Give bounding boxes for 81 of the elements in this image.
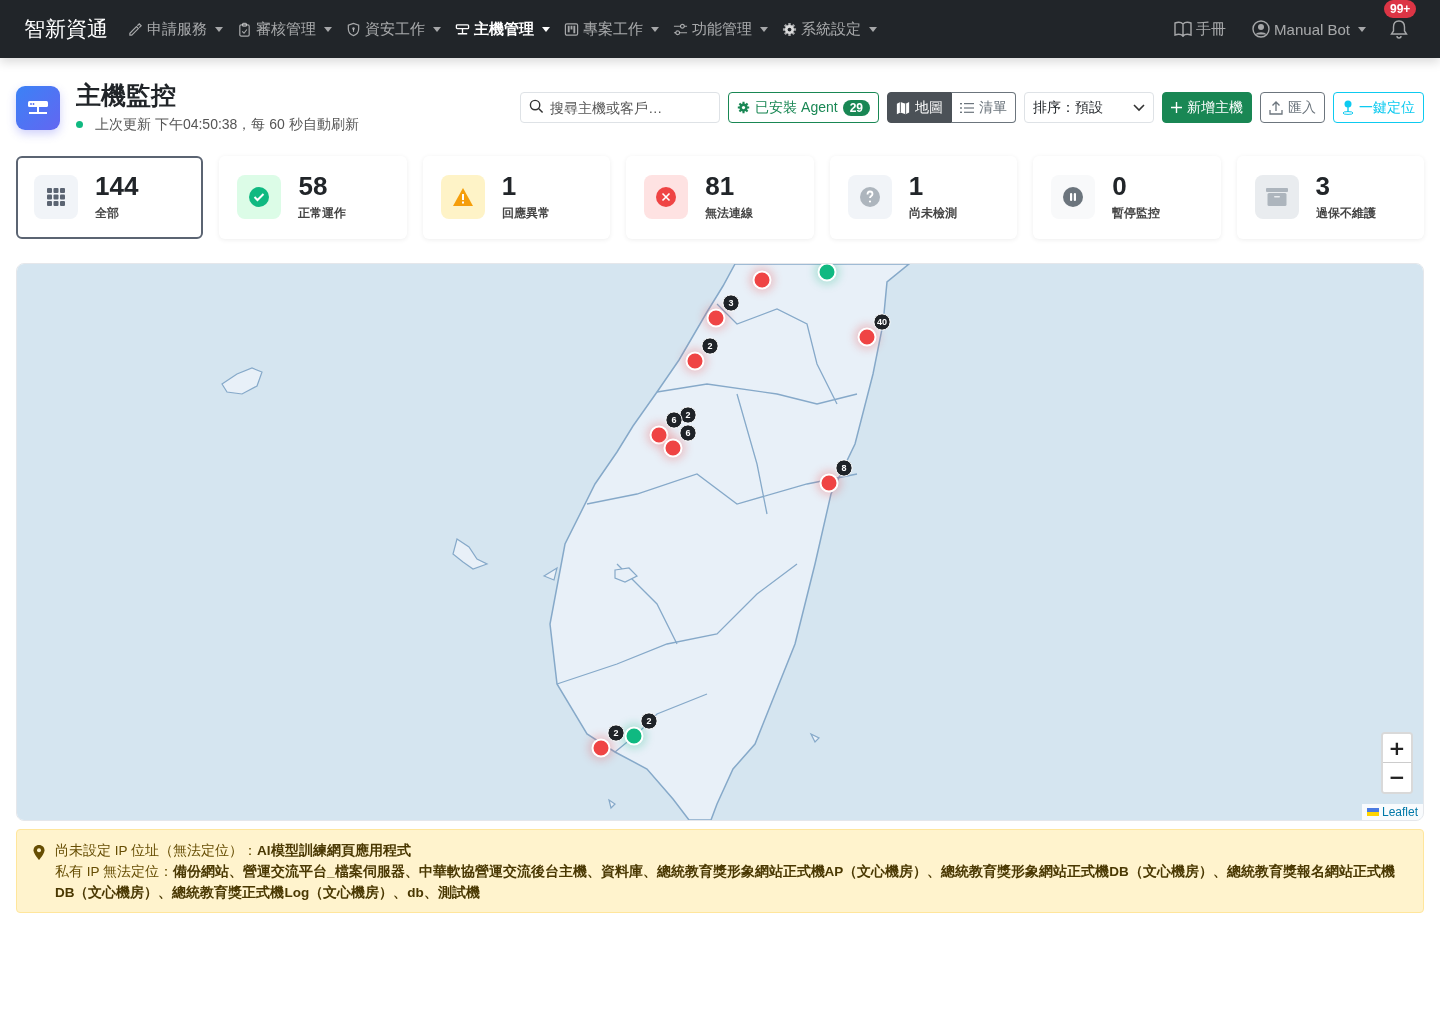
nav-menu-item[interactable]: 專案工作 [558, 11, 665, 47]
nav-menu-item[interactable]: 主機管理 [449, 11, 556, 47]
unlocated-hosts-text: 尚未設定 IP 位址（無法定位）：AI模型訓練網頁應用程式 [55, 841, 412, 860]
nav-menu-item[interactable]: 功能管理 [667, 11, 774, 47]
status-label: 過保不維護 [1315, 204, 1376, 222]
check-circle-icon [249, 187, 270, 207]
kanban-icon [564, 21, 579, 37]
status-label: 正常運作 [298, 204, 347, 222]
status-count: 1 [908, 172, 925, 199]
grid-icon [47, 188, 65, 206]
shield-icon [346, 21, 361, 37]
upload-icon [1269, 100, 1283, 115]
status-filter-card[interactable]: 0 暫停監控 [1033, 155, 1221, 239]
agent-button[interactable]: 已安裝 Agent 29 [728, 92, 879, 124]
book-icon [1174, 21, 1193, 37]
question-circle-icon [859, 187, 880, 207]
status-label: 尚未檢測 [908, 204, 957, 222]
bell-icon [1390, 19, 1408, 39]
gear-icon [737, 101, 751, 115]
import-button[interactable]: 匯入 [1260, 92, 1325, 124]
list-icon [960, 101, 974, 114]
search-field[interactable]: 搜尋主機或客戶… [520, 92, 721, 124]
flag-icon [1366, 807, 1379, 816]
manual-link[interactable]: 手冊 [1168, 11, 1233, 47]
status-filter-card[interactable]: 144 全部 [16, 155, 204, 239]
view-toggle-button[interactable]: 地圖 [887, 92, 952, 124]
pause-circle-icon [1063, 187, 1084, 207]
nav-menu-item[interactable]: 資安工作 [340, 11, 447, 47]
status-label: 回應異常 [501, 204, 550, 222]
status-count: 3 [1315, 172, 1332, 199]
brand-name[interactable]: 智新資通 [24, 15, 108, 43]
server-icon [455, 21, 470, 37]
status-count: 1 [501, 172, 518, 199]
caret-icon [760, 26, 768, 32]
nav-menu-item[interactable]: 申請服務 [122, 11, 229, 47]
nav-menu-item[interactable]: 系統設定 [776, 11, 883, 47]
pencil-icon [128, 21, 143, 37]
caret-icon [542, 26, 550, 32]
map-pin-icon [33, 844, 45, 860]
status-label: 全部 [95, 204, 120, 222]
caret-icon [324, 26, 332, 32]
status-count: 144 [95, 172, 139, 199]
status-filter-card[interactable]: 3 過保不維護 [1236, 155, 1424, 239]
caret-icon [433, 26, 441, 32]
unlocated-hosts-text: 私有 IP 無法定位：備份網站、營運交流平台_檔案伺服器、中華軟協營運交流後台主機、資料庫、總統教育獎形象網站正式機AP（文心機房）、總統教育獎形象網站正式機DB（文心機房）、總統教育獎報名網站正式機DB（文心機房）、總統教育獎正式機Log（文心機房）、db、測試機 [55, 862, 1396, 902]
chevron-down-icon [1133, 103, 1145, 112]
warning-icon [451, 187, 474, 207]
caret-icon [651, 26, 659, 32]
user-menu[interactable]: Manual Bot [1246, 12, 1372, 46]
add-host-button[interactable]: 新增主機 [1162, 92, 1252, 124]
status-filter-card[interactable]: 58 正常運作 [219, 155, 407, 239]
refresh-status: 上次更新 下午04:50:38，每 60 秒自動刷新 [95, 115, 359, 134]
caret-icon [215, 26, 223, 32]
plus-icon [1171, 102, 1182, 114]
status-label: 暫停監控 [1112, 204, 1161, 222]
caret-icon [1358, 26, 1366, 32]
agent-count-badge: 29 [842, 99, 870, 116]
status-filter-card[interactable]: 1 回應異常 [422, 155, 611, 239]
page-title: 主機監控 [76, 82, 177, 110]
status-filter-card[interactable]: 81 無法連線 [626, 155, 814, 239]
pin-icon [1342, 100, 1354, 116]
sliders-icon [673, 21, 688, 37]
user-avatar-icon [1252, 20, 1271, 38]
map-icon [896, 100, 910, 115]
status-filter-card[interactable]: 1 尚未檢測 [829, 155, 1018, 239]
settings-icon [782, 21, 797, 37]
caret-icon [869, 26, 877, 32]
status-count: 58 [298, 172, 329, 199]
notification-count-badge: 99+ [1384, 0, 1417, 18]
status-count: 81 [705, 172, 736, 199]
status-count: 0 [1112, 172, 1128, 199]
sort-select[interactable]: 排序：預設 [1024, 92, 1154, 124]
view-toggle-button[interactable]: 清單 [952, 92, 1016, 124]
status-label: 無法連線 [705, 204, 754, 222]
x-circle-icon [656, 187, 677, 207]
clipboard-icon [237, 21, 252, 37]
archive-icon [1265, 188, 1288, 206]
status-dot [76, 121, 83, 128]
server-logo-icon [16, 85, 60, 130]
nav-menu-item[interactable]: 審核管理 [231, 11, 338, 47]
zoom-in-button[interactable]: + [1383, 733, 1411, 763]
